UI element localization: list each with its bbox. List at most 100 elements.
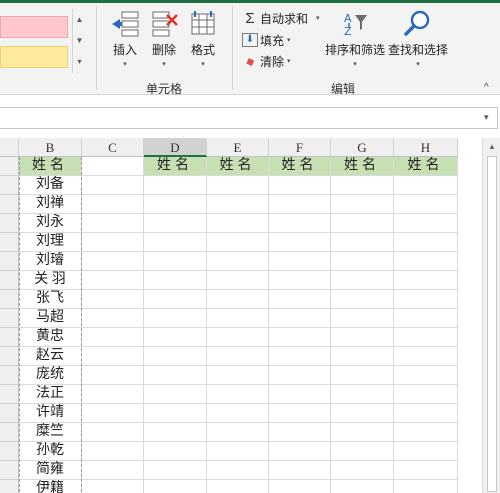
- style-bad-swatch[interactable]: [0, 16, 68, 38]
- grid-cell[interactable]: [207, 309, 269, 328]
- grid-cell[interactable]: [207, 271, 269, 290]
- grid-cell[interactable]: [207, 480, 269, 493]
- grid-cell[interactable]: [394, 347, 458, 366]
- row-header[interactable]: [0, 309, 19, 328]
- grid-cell[interactable]: [331, 214, 394, 233]
- grid-cell[interactable]: [82, 271, 144, 290]
- row-header[interactable]: [0, 176, 19, 195]
- expand-formula-bar-icon[interactable]: ▾: [484, 112, 489, 123]
- grid-cell[interactable]: [82, 423, 144, 442]
- grid-cell[interactable]: [269, 404, 331, 423]
- grid-cell[interactable]: 关 羽: [19, 271, 82, 290]
- insert-button[interactable]: 插入 ▾: [105, 9, 145, 68]
- grid-cell[interactable]: [207, 176, 269, 195]
- grid-cell[interactable]: [144, 309, 207, 328]
- grid-cell[interactable]: [82, 442, 144, 461]
- grid-cell[interactable]: [269, 480, 331, 493]
- row-header[interactable]: [0, 461, 19, 480]
- grid-cell[interactable]: 张飞: [19, 290, 82, 309]
- grid-cell[interactable]: 糜竺: [19, 423, 82, 442]
- grid-cell[interactable]: [269, 328, 331, 347]
- grid-cell[interactable]: [269, 195, 331, 214]
- grid-cell[interactable]: [144, 252, 207, 271]
- grid-cell[interactable]: [331, 347, 394, 366]
- grid-cell[interactable]: [207, 347, 269, 366]
- column-header-f[interactable]: F: [269, 138, 331, 157]
- grid-cell[interactable]: [269, 290, 331, 309]
- grid-cell[interactable]: [82, 309, 144, 328]
- grid-cell[interactable]: [331, 480, 394, 493]
- grid-cell[interactable]: [269, 423, 331, 442]
- format-button[interactable]: 格式 ▾: [183, 9, 223, 68]
- grid-cell[interactable]: [144, 290, 207, 309]
- grid-cell[interactable]: [144, 271, 207, 290]
- grid-cell[interactable]: [394, 461, 458, 480]
- grid-cell[interactable]: [394, 385, 458, 404]
- autosum-button[interactable]: Σ 自动求和 ▾: [242, 8, 319, 28]
- row-header[interactable]: [0, 195, 19, 214]
- grid-cell[interactable]: 孙乾: [19, 442, 82, 461]
- column-header-b[interactable]: B: [19, 138, 82, 157]
- row-header[interactable]: [0, 271, 19, 290]
- row-header[interactable]: [0, 233, 19, 252]
- row-header[interactable]: [0, 366, 19, 385]
- grid-cell[interactable]: [331, 366, 394, 385]
- row-header[interactable]: [0, 385, 19, 404]
- grid-cell[interactable]: [394, 328, 458, 347]
- grid-cell[interactable]: [82, 233, 144, 252]
- grid-cell[interactable]: [207, 252, 269, 271]
- scroll-up-icon[interactable]: ▲: [483, 139, 500, 155]
- delete-button[interactable]: 删除 ▾: [144, 9, 184, 68]
- grid-cell[interactable]: [82, 461, 144, 480]
- grid-cell[interactable]: [82, 480, 144, 493]
- grid-cell[interactable]: [269, 385, 331, 404]
- grid-cell[interactable]: [331, 176, 394, 195]
- grid-cell[interactable]: [394, 309, 458, 328]
- grid-cell[interactable]: [331, 309, 394, 328]
- grid-cell[interactable]: [331, 423, 394, 442]
- grid-cell[interactable]: [394, 176, 458, 195]
- row-header[interactable]: [0, 347, 19, 366]
- grid-cell[interactable]: [82, 385, 144, 404]
- row-header[interactable]: [0, 328, 19, 347]
- grid-cell[interactable]: [269, 176, 331, 195]
- grid-cell[interactable]: [207, 328, 269, 347]
- grid-cell[interactable]: [144, 366, 207, 385]
- grid-cell[interactable]: [331, 328, 394, 347]
- grid-cell[interactable]: [207, 461, 269, 480]
- gallery-scroll[interactable]: ▲ ▼ ▾: [72, 9, 86, 73]
- header-cell[interactable]: 姓名: [331, 157, 394, 176]
- grid-cell[interactable]: [269, 252, 331, 271]
- grid-cell[interactable]: [207, 195, 269, 214]
- grid-cell[interactable]: [144, 442, 207, 461]
- grid-cell[interactable]: [207, 366, 269, 385]
- row-header[interactable]: [0, 290, 19, 309]
- row-header[interactable]: [0, 214, 19, 233]
- grid-cell[interactable]: [269, 271, 331, 290]
- column-header-g[interactable]: G: [331, 138, 394, 157]
- gallery-up-icon[interactable]: ▲: [73, 9, 86, 30]
- grid-cell[interactable]: [394, 233, 458, 252]
- grid-cell[interactable]: [331, 195, 394, 214]
- grid-cell[interactable]: [394, 214, 458, 233]
- grid-cell[interactable]: [144, 233, 207, 252]
- grid-cell[interactable]: 简雍: [19, 461, 82, 480]
- grid-cell[interactable]: [144, 385, 207, 404]
- grid-cell[interactable]: [269, 347, 331, 366]
- grid-cell[interactable]: [331, 233, 394, 252]
- row-header[interactable]: [0, 480, 19, 493]
- grid-cell[interactable]: [331, 290, 394, 309]
- grid-cell[interactable]: 马超: [19, 309, 82, 328]
- grid-cell[interactable]: [82, 290, 144, 309]
- column-header-e[interactable]: E: [207, 138, 269, 157]
- grid-cell[interactable]: [82, 176, 144, 195]
- worksheet-grid[interactable]: B C D E F G H 姓名 姓名 姓名 姓名 姓名 姓名 刘备 刘禅 刘永 刘理 刘璿关 羽张飞 马超 黄忠 赵云…: [0, 138, 500, 493]
- grid-cell[interactable]: [394, 423, 458, 442]
- grid-cell[interactable]: [394, 404, 458, 423]
- grid-cell[interactable]: [269, 461, 331, 480]
- grid-cell[interactable]: [394, 252, 458, 271]
- row-header[interactable]: [0, 157, 19, 176]
- style-neutral-swatch[interactable]: [0, 46, 68, 68]
- grid-cell[interactable]: 刘备: [19, 176, 82, 195]
- grid-cell[interactable]: [144, 423, 207, 442]
